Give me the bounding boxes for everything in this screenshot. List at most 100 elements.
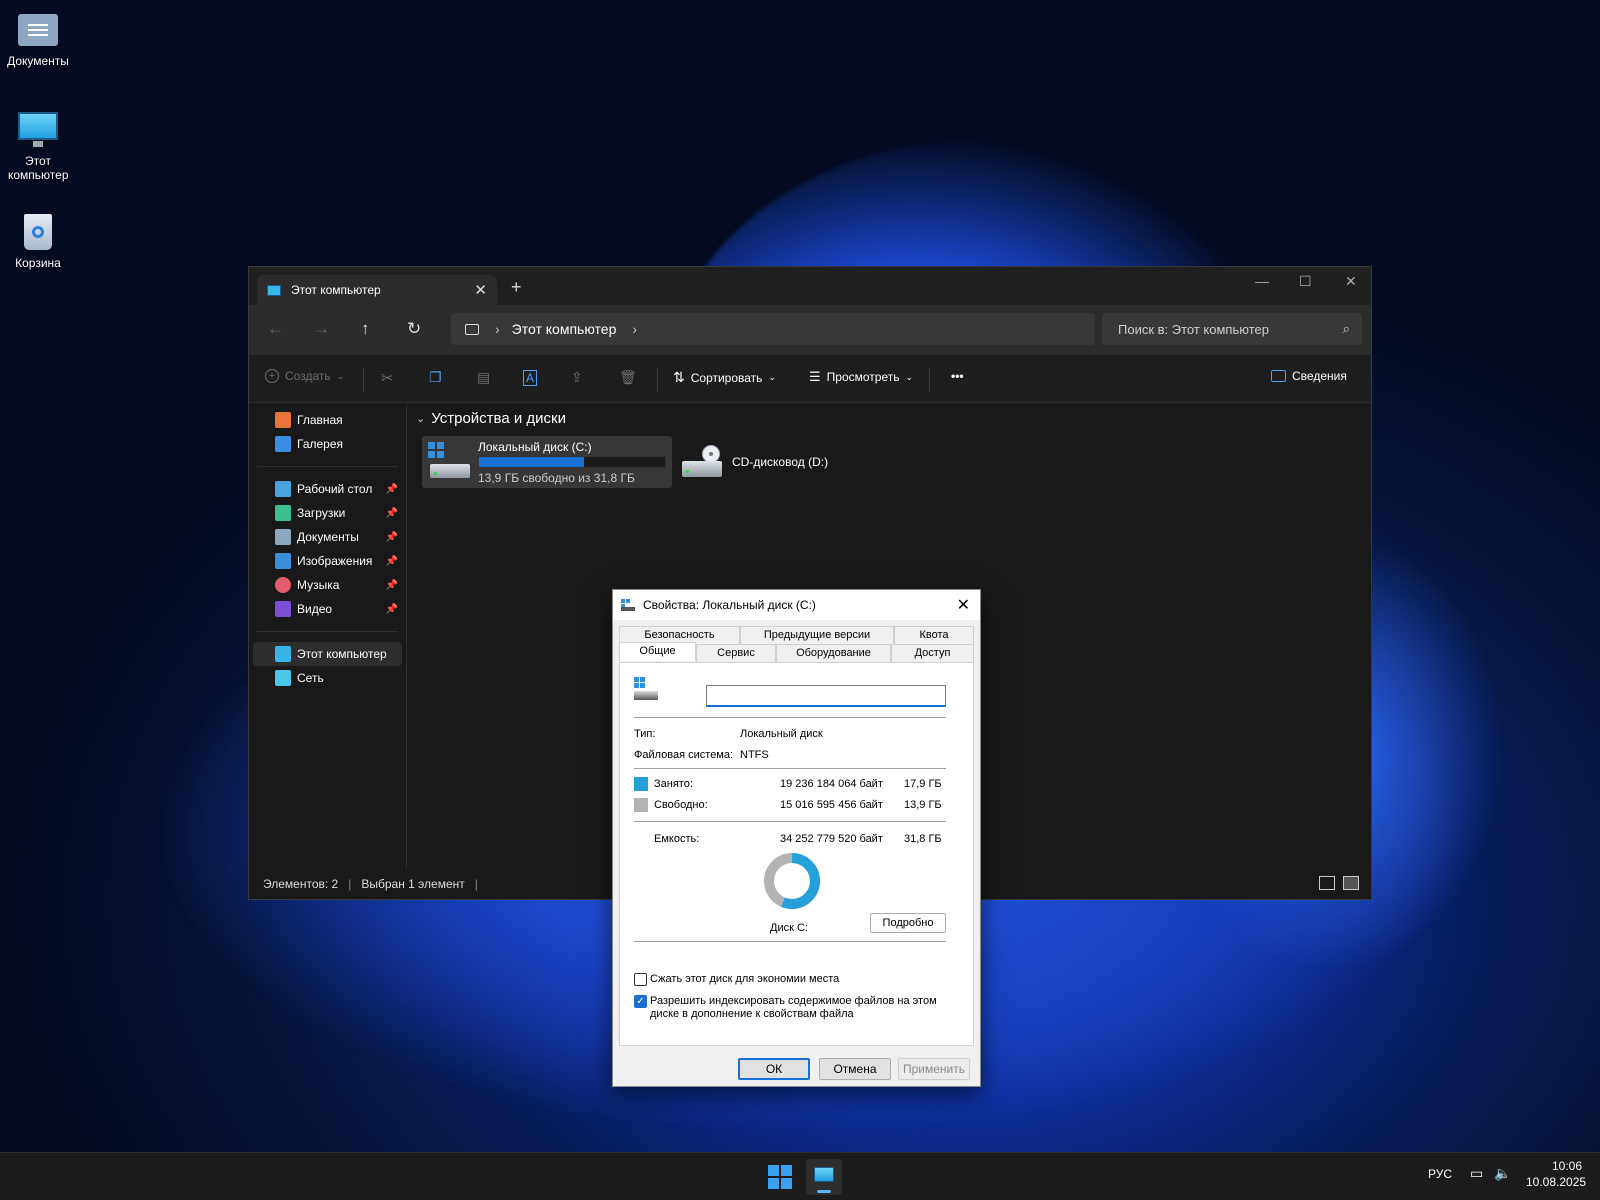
taskbar-explorer-button[interactable]: [806, 1159, 842, 1195]
tab-previous-versions[interactable]: Предыдущие версии: [740, 626, 894, 644]
chevron-down-icon: ⌄: [768, 372, 776, 382]
share-icon[interactable]: ⇪: [571, 369, 583, 386]
chevron-down-icon: ⌄: [905, 371, 914, 382]
filesystem-label: Файловая система:: [634, 749, 734, 761]
chevron-right-icon[interactable]: ›: [495, 321, 500, 337]
pin-icon[interactable]: 📌: [386, 484, 398, 495]
close-window-button[interactable]: ✕: [1345, 273, 1357, 290]
index-checkbox[interactable]: ✓: [634, 995, 647, 1008]
item-count: Элементов: 2: [263, 877, 339, 891]
tab-title: Этот компьютер: [291, 283, 381, 297]
tab-this-pc[interactable]: Этот компьютер ✕: [257, 275, 497, 305]
refresh-icon[interactable]: ↻: [407, 319, 421, 339]
desktop-icon-label: Документы: [7, 54, 69, 68]
pin-icon[interactable]: 📌: [386, 532, 398, 543]
drive-name: CD-дисковод (D:): [732, 455, 829, 469]
pin-icon[interactable]: 📌: [386, 508, 398, 519]
capacity-label: Емкость:: [654, 833, 700, 845]
drive-label-input[interactable]: [706, 685, 946, 707]
view-button[interactable]: ☰ Просмотреть ⌄: [809, 369, 913, 385]
search-input[interactable]: Поиск в: Этот компьютер ⌕: [1102, 313, 1362, 345]
more-options-button[interactable]: •••: [951, 369, 964, 383]
forward-arrow-icon[interactable]: →: [313, 319, 330, 339]
rename-icon[interactable]: A: [523, 370, 538, 386]
details-pane-button[interactable]: Сведения: [1271, 369, 1347, 383]
music-icon: [275, 577, 291, 593]
sort-button[interactable]: ⇅ Сортировать ⌄: [673, 369, 776, 386]
language-indicator[interactable]: РУС: [1428, 1167, 1452, 1181]
drive-usage-fill: [479, 457, 584, 467]
breadcrumb-this-pc[interactable]: Этот компьютер: [512, 321, 617, 337]
drive-c-tile[interactable]: Локальный диск (C:) 13,9 ГБ свободно из …: [422, 436, 672, 488]
sidebar-item-documents[interactable]: Документы 📌: [249, 525, 406, 549]
divider: [929, 367, 930, 393]
compress-label[interactable]: Сжать этот диск для экономии места: [650, 973, 839, 985]
dialog-title: Свойства: Локальный диск (C:): [643, 598, 816, 612]
tab-general[interactable]: Общие: [619, 642, 696, 661]
paste-icon[interactable]: ▤: [477, 369, 490, 386]
chevron-down-icon[interactable]: ⌄: [416, 412, 425, 425]
pin-icon[interactable]: 📌: [386, 556, 398, 567]
close-icon[interactable]: ✕: [957, 595, 970, 615]
desktop-icon-documents[interactable]: Документы: [0, 10, 76, 68]
used-space-swatch: [634, 777, 648, 791]
chevron-down-icon: ⌄: [336, 370, 345, 381]
drive-name: Локальный диск (C:): [478, 440, 592, 454]
list-view-icon: ☰: [809, 369, 821, 384]
compress-checkbox[interactable]: [634, 973, 647, 986]
sidebar-item-desktop[interactable]: Рабочий стол 📌: [249, 477, 406, 501]
up-arrow-icon[interactable]: ↑: [361, 319, 370, 339]
ok-button[interactable]: ОК: [738, 1058, 810, 1080]
tab-hardware[interactable]: Оборудование: [776, 644, 891, 662]
details-button[interactable]: Подробно: [870, 913, 946, 933]
delete-icon[interactable]: 🗑: [619, 369, 637, 386]
desktop-icon-recycle-bin[interactable]: Корзина: [0, 212, 76, 270]
cut-icon[interactable]: ✂: [381, 369, 394, 387]
cancel-button[interactable]: Отмена: [819, 1058, 891, 1080]
clock-date[interactable]: 10.08.2025: [1526, 1175, 1586, 1189]
group-header[interactable]: ⌄ Устройства и диски: [416, 410, 566, 427]
hard-drive-icon: [428, 442, 472, 480]
drive-d-tile[interactable]: CD-дисковод (D:): [680, 440, 828, 484]
details-view-icon[interactable]: [1319, 876, 1335, 890]
used-bytes: 19 236 184 064 байт: [780, 778, 883, 790]
network-icon[interactable]: ▭: [1470, 1165, 1483, 1182]
tab-quota[interactable]: Квота: [894, 626, 974, 644]
pin-icon[interactable]: 📌: [386, 580, 398, 591]
sidebar-item-home[interactable]: Главная: [249, 408, 406, 432]
sidebar-item-network[interactable]: Сеть: [249, 666, 406, 690]
pin-icon[interactable]: 📌: [386, 604, 398, 615]
start-windows-icon[interactable]: [768, 1165, 792, 1189]
sidebar-item-this-pc[interactable]: Этот компьютер: [253, 642, 402, 666]
maximize-button[interactable]: ☐: [1299, 273, 1312, 290]
new-tab-button[interactable]: +: [511, 277, 522, 298]
index-label-line1[interactable]: Разрешить индексировать содержимое файло…: [650, 995, 937, 1007]
index-label-line2[interactable]: диске в дополнение к свойствам файла: [650, 1008, 854, 1020]
large-icons-view-icon[interactable]: [1343, 876, 1359, 890]
tab-sharing[interactable]: Доступ: [891, 644, 974, 662]
sidebar-item-pictures[interactable]: Изображения 📌: [249, 549, 406, 573]
sidebar-item-videos[interactable]: Видео 📌: [249, 597, 406, 621]
close-tab-icon[interactable]: ✕: [474, 281, 487, 299]
sidebar-item-music[interactable]: Музыка 📌: [249, 573, 406, 597]
create-button[interactable]: + Создать ⌄: [265, 369, 344, 383]
desktop-icon-this-pc[interactable]: Этот компьютер: [0, 110, 76, 182]
sidebar-item-label: Документы: [297, 530, 359, 544]
back-arrow-icon[interactable]: ←: [267, 319, 284, 339]
tab-tools[interactable]: Сервис: [696, 644, 776, 662]
sidebar-item-label: Загрузки: [297, 506, 346, 520]
sidebar-item-downloads[interactable]: Загрузки 📌: [249, 501, 406, 525]
sidebar-item-gallery[interactable]: Галерея: [249, 432, 406, 456]
volume-icon[interactable]: 🔈: [1494, 1165, 1511, 1182]
chevron-right-icon[interactable]: ›: [632, 321, 637, 337]
clock-time[interactable]: 10:06: [1552, 1159, 1582, 1173]
address-bar[interactable]: › Этот компьютер ›: [451, 313, 1095, 345]
free-label: Свободно:: [654, 799, 708, 811]
free-bytes: 15 016 595 456 байт: [780, 799, 883, 811]
apply-button[interactable]: Применить: [898, 1058, 970, 1080]
free-gb: 13,9 ГБ: [904, 799, 942, 811]
minimize-button[interactable]: —: [1255, 273, 1269, 289]
sidebar-item-label: Видео: [297, 602, 333, 616]
copy-icon[interactable]: ❐: [429, 369, 442, 386]
desktop-icon: [275, 481, 291, 497]
